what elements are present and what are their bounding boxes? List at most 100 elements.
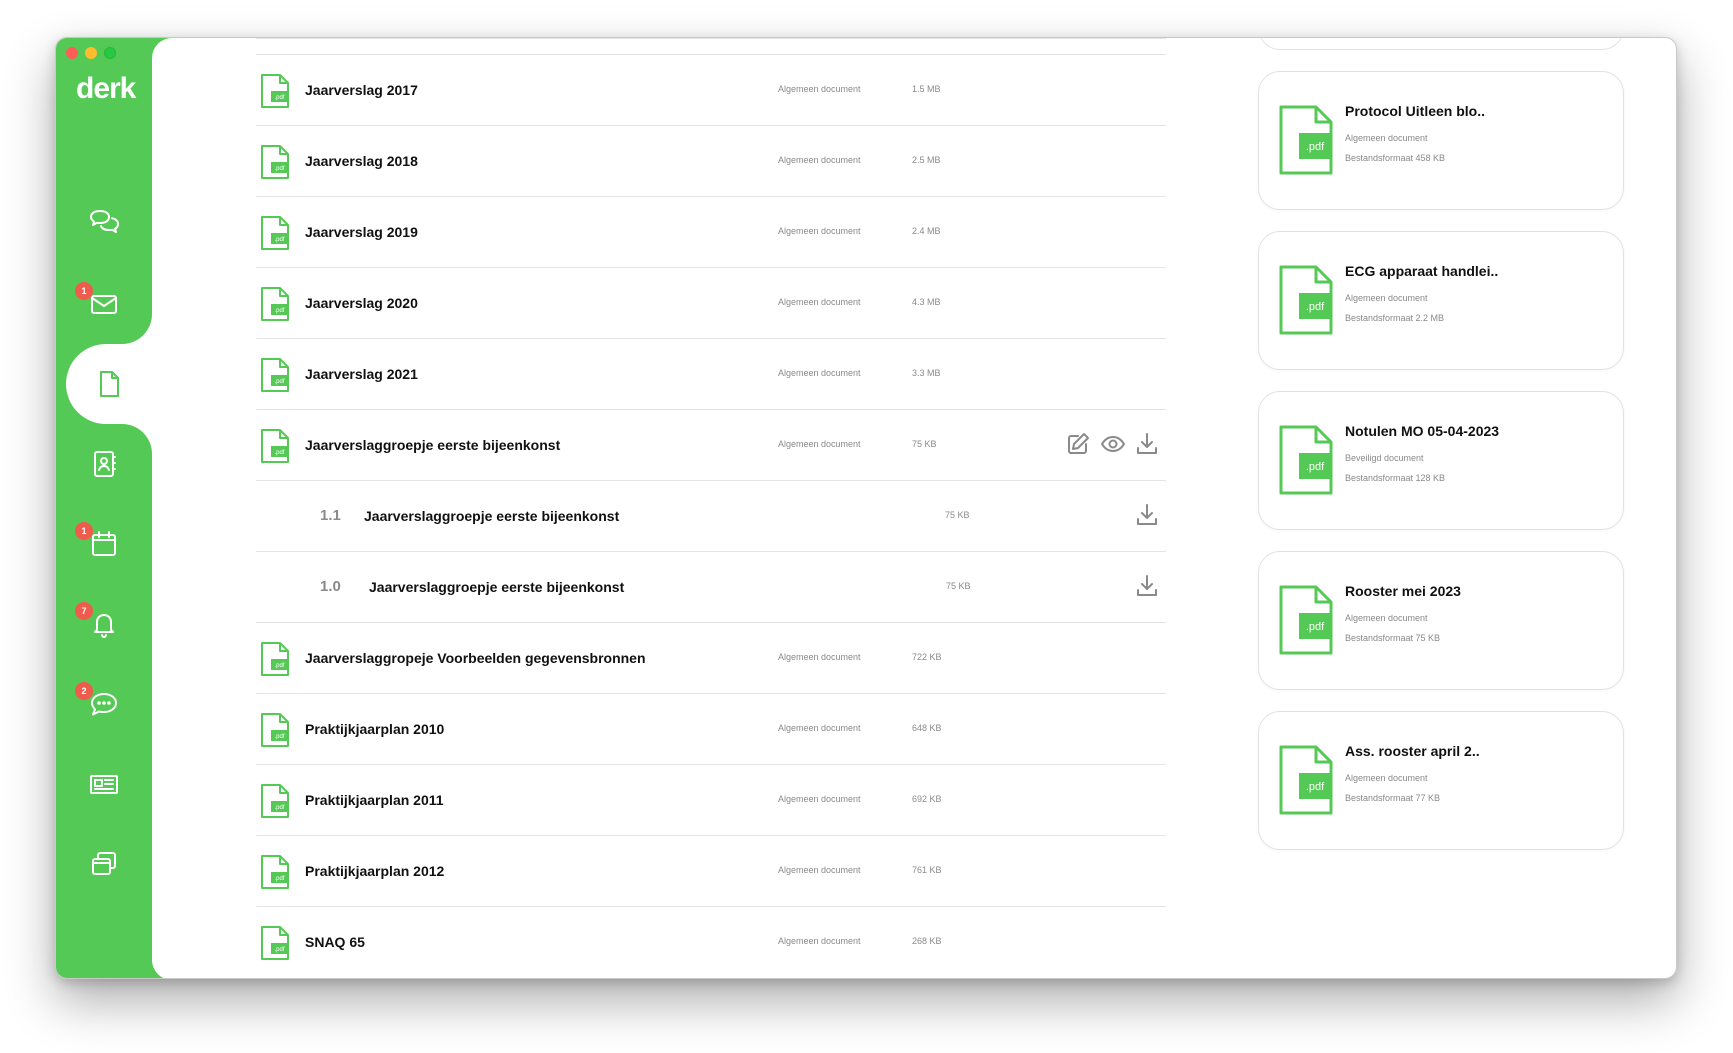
preview-button[interactable]: [1100, 431, 1126, 457]
document-size: 2.5 MB: [912, 155, 941, 165]
card-title: Ass. rooster april 2..: [1345, 743, 1480, 759]
table-row[interactable]: .pdf Praktijkjaarplan 2012 Algemeen docu…: [256, 835, 1166, 906]
document-name: Jaarverslaggroepje eerste bijeenkonst: [369, 579, 625, 595]
pdf-label: .pdf: [274, 95, 284, 101]
document-name: Jaarverslaggropeje Voorbeelden gegevensb…: [305, 650, 646, 666]
card-type: Beveiligd document: [1345, 453, 1424, 463]
card-size: Bestandsformaat 75 KB: [1345, 633, 1441, 643]
document-size: 75 KB: [945, 510, 970, 520]
messages-badge: 2: [75, 682, 93, 700]
pdf-label: .pdf: [274, 663, 284, 669]
sidebar-item-contacts[interactable]: [56, 424, 152, 504]
table-row[interactable]: .pdf Jaarverslag 2019 Algemeen document …: [256, 196, 1166, 267]
download-icon: [1137, 575, 1157, 596]
pdf-label: .pdf: [1306, 301, 1325, 313]
download-button[interactable]: [1134, 573, 1160, 599]
document-type: Algemeen document: [778, 652, 861, 662]
pdf-file-icon: .pdf: [260, 287, 290, 321]
notifications-badge: 7: [75, 602, 93, 620]
pdf-label: .pdf: [274, 450, 284, 456]
card-title: Rooster mei 2023: [1345, 583, 1461, 599]
table-row[interactable]: .pdf SNAQ 65 Algemeen document 268 KB: [256, 906, 1166, 977]
edit-icon: [1068, 433, 1089, 454]
sidebar-item-calendar[interactable]: 1: [56, 504, 152, 584]
document-name: Jaarverslag 2019: [305, 224, 418, 240]
calendar-badge: 1: [75, 522, 93, 540]
recent-document-card[interactable]: .pdf ECG apparaat handlei.. Algemeen doc…: [1258, 231, 1624, 370]
recent-document-card[interactable]: .pdf Protocol Uitleen blo.. Algemeen doc…: [1258, 71, 1624, 210]
document-type: Algemeen document: [778, 84, 861, 94]
sidebar-item-news[interactable]: [56, 744, 152, 824]
card-size: Bestandsformaat 128 KB: [1345, 473, 1446, 483]
table-row[interactable]: .pdf Jaarverslag 2020 Algemeen document …: [256, 267, 1166, 338]
contacts-book-icon: [94, 451, 116, 477]
document-name: Jaarverslag 2020: [305, 295, 418, 311]
document-size: 722 KB: [912, 652, 942, 662]
sidebar-item-documents[interactable]: [66, 314, 152, 454]
pdf-file-icon: .pdf: [260, 926, 290, 960]
table-row[interactable]: .pdf Praktijkjaarplan 2011 Algemeen docu…: [256, 764, 1166, 835]
download-button[interactable]: [1134, 431, 1160, 457]
document-size: 4.3 MB: [912, 297, 941, 307]
sidebar-item-notifications[interactable]: 7: [56, 584, 152, 664]
pdf-file-icon: .pdf: [260, 855, 290, 889]
document-size: 648 KB: [912, 723, 942, 733]
pdf-file-icon: .pdf: [1278, 105, 1334, 175]
document-type: Algemeen document: [778, 865, 861, 875]
pdf-file-icon: .pdf: [1278, 585, 1334, 655]
mail-badge: 1: [75, 282, 93, 300]
document-size: 75 KB: [912, 439, 937, 449]
pdf-file-icon: .pdf: [1278, 265, 1334, 335]
document-name: Jaarverslag 2021: [305, 366, 418, 382]
pdf-file-icon: .pdf: [260, 216, 290, 250]
card-type: Algemeen document: [1345, 133, 1428, 143]
table-row[interactable]: .pdf Jaarverslaggropeje Voorbeelden gege…: [256, 622, 1166, 693]
pdf-file-icon: .pdf: [260, 429, 290, 463]
document-type: Algemeen document: [778, 226, 861, 236]
chat-bubbles-icon: [90, 210, 119, 233]
document-size: 692 KB: [912, 794, 942, 804]
pdf-file-icon: .pdf: [1278, 745, 1334, 815]
pdf-label: .pdf: [1306, 141, 1325, 153]
version-row[interactable]: 1.1 Jaarverslaggroepje eerste bijeenkons…: [256, 480, 1166, 551]
sidebar: derk 1 1 7 2: [56, 38, 152, 978]
document-name: Jaarverslaggroepje eerste bijeenkonst: [364, 508, 620, 524]
document-size: 2.4 MB: [912, 226, 941, 236]
edit-button[interactable]: [1065, 431, 1091, 457]
version-number: 1.1: [320, 507, 341, 524]
sidebar-item-windows[interactable]: [56, 824, 152, 904]
pdf-label: .pdf: [274, 308, 284, 314]
recent-document-card[interactable]: .pdf Ass. rooster april 2.. Algemeen doc…: [1258, 711, 1624, 850]
app-logo: derk: [76, 72, 136, 105]
version-row[interactable]: 1.0 Jaarverslaggroepje eerste bijeenkons…: [256, 551, 1166, 622]
eye-icon: [1101, 436, 1125, 452]
table-row[interactable]: .pdf Jaarverslag 2017 Algemeen document …: [256, 54, 1166, 125]
pdf-file-icon: .pdf: [1278, 425, 1334, 495]
card-title: Protocol Uitleen blo..: [1345, 103, 1486, 119]
sidebar-item-messages[interactable]: 2: [56, 664, 152, 744]
card-type: Algemeen document: [1345, 773, 1428, 783]
recent-document-card[interactable]: .pdf Notulen MO 05-04-2023 Beveiligd doc…: [1258, 391, 1624, 530]
sidebar-item-chat[interactable]: [56, 184, 152, 264]
document-icon: [100, 371, 119, 397]
document-type: Algemeen document: [778, 368, 861, 378]
table-row[interactable]: .pdf Jaarverslag 2021 Algemeen document …: [256, 338, 1166, 409]
table-row[interactable]: .pdf Jaarverslag 2018 Algemeen document …: [256, 125, 1166, 196]
document-size: 761 KB: [912, 865, 942, 875]
download-button[interactable]: [1134, 502, 1160, 528]
pdf-label: .pdf: [274, 805, 284, 811]
recent-card-partial[interactable]: [1258, 38, 1624, 50]
document-type: Algemeen document: [778, 439, 861, 449]
card-size: Bestandsformaat 77 KB: [1345, 793, 1441, 803]
close-window-button[interactable]: [66, 47, 78, 59]
minimize-window-button[interactable]: [85, 47, 97, 59]
table-row[interactable]: .pdf Praktijkjaarplan 2010 Algemeen docu…: [256, 693, 1166, 764]
card-type: Algemeen document: [1345, 613, 1428, 623]
pdf-label: .pdf: [1306, 781, 1325, 793]
card-title: ECG apparaat handlei..: [1345, 263, 1499, 279]
table-row-expanded[interactable]: .pdf Jaarverslaggroepje eerste bijeenkon…: [256, 409, 1166, 480]
pdf-file-icon: .pdf: [260, 713, 290, 747]
zoom-window-button[interactable]: [104, 47, 116, 59]
document-type: Algemeen document: [778, 155, 861, 165]
recent-document-card[interactable]: .pdf Rooster mei 2023 Algemeen document …: [1258, 551, 1624, 690]
